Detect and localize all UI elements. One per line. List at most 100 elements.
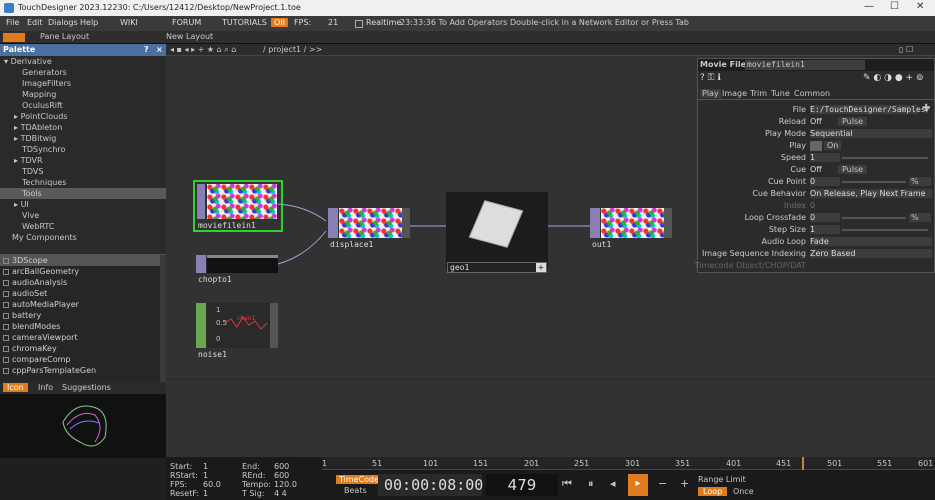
param-speed[interactable]: Speed 1 <box>698 152 934 164</box>
step-back-icon[interactable]: ◂ <box>610 477 616 490</box>
minimize-icon[interactable]: — <box>864 1 874 12</box>
menu-help[interactable]: Help <box>80 18 98 27</box>
close-icon[interactable]: ✕ <box>916 1 924 12</box>
node-geo[interactable] <box>446 192 548 270</box>
list-item[interactable]: arcBallGeometry <box>0 266 160 277</box>
play-icon[interactable]: ▸ <box>628 474 648 496</box>
tree-item-mapping[interactable]: Mapping <box>0 89 166 100</box>
param-file[interactable]: File E:/TouchDesigner/Samples/ ✚ <box>698 103 934 116</box>
list-item[interactable]: autoMediaPlayer <box>0 299 160 310</box>
tree-item-techniques[interactable]: Techniques <box>0 177 166 188</box>
timecode-button[interactable]: TimeCode <box>336 475 383 484</box>
list-item[interactable]: chromaKey <box>0 343 160 354</box>
tab-suggestions[interactable]: Suggestions <box>62 383 111 392</box>
tree-item-tdvr[interactable]: ▸ TDVR <box>0 155 166 166</box>
rewind-icon[interactable]: ⏮ <box>562 477 572 491</box>
param-play[interactable]: Play On <box>698 140 934 152</box>
plus-icon[interactable]: + <box>680 477 689 490</box>
op-name-field[interactable]: moviefilein1 <box>745 60 865 70</box>
node-label: moviefilein1 <box>198 221 256 230</box>
timecode-display[interactable]: 00:00:08:00 <box>378 474 483 496</box>
menu-wiki[interactable]: WIKI <box>120 18 138 27</box>
tree-item-pointclouds[interactable]: ▸ PointClouds <box>0 111 166 122</box>
nav-back-icon[interactable]: ◂ ▪ ◂ ▸ + ★ ⌂ ⌕ ⌂ <box>170 45 236 55</box>
maximize-icon[interactable]: ☐ <box>890 1 899 12</box>
tab-play[interactable]: Play <box>700 89 721 98</box>
palette-close-button[interactable]: × <box>156 45 163 54</box>
tree-item-generators[interactable]: Generators <box>0 67 166 78</box>
oii-badge[interactable]: OII <box>271 18 289 27</box>
tree-item-tdvs[interactable]: TDVS <box>0 166 166 177</box>
tab-common[interactable]: Common <box>794 89 830 98</box>
reload-pulse-button: Pulse <box>838 117 868 126</box>
list-item[interactable]: battery <box>0 310 160 321</box>
param-cue[interactable]: Cue Off Pulse <box>698 164 934 176</box>
menu-file[interactable]: File <box>6 18 19 27</box>
tree-item-oculusrift[interactable]: OculusRift <box>0 100 166 111</box>
tab-info[interactable]: Info <box>38 383 53 392</box>
tree-item-derivative[interactable]: ▾ Derivative <box>0 56 166 67</box>
param-cue-point[interactable]: Cue Point 0 % <box>698 176 934 188</box>
node-preview <box>601 208 664 238</box>
tab-tune[interactable]: Tune <box>771 89 790 98</box>
palette-header: Palette ? × <box>0 44 166 56</box>
list-item[interactable]: cppParsTemplateGen <box>0 365 160 376</box>
minus-icon[interactable]: − <box>658 477 667 490</box>
playhead[interactable] <box>802 457 804 470</box>
timeline-ruler[interactable]: 1 51 101 151 201 251 301 351 401 451 501… <box>322 457 935 470</box>
menu-tutorials[interactable]: TUTORIALS <box>222 18 267 27</box>
menu-edit[interactable]: Edit <box>27 18 43 27</box>
tree-item-webrtc[interactable]: WebRTC <box>0 221 166 232</box>
list-item[interactable]: audioAnalysis <box>0 277 160 288</box>
tree-item-imagefilters[interactable]: ImageFilters <box>0 78 166 89</box>
node-chopto[interactable]: chopto1 <box>196 255 278 287</box>
palette-tree: ▾ Derivative Generators ImageFilters Map… <box>0 56 166 254</box>
param-cue-behavior[interactable]: Cue Behavior On Release, Play Next Frame <box>698 188 934 200</box>
menu-forum[interactable]: FORUM <box>172 18 201 27</box>
beats-button[interactable]: Beats <box>344 486 367 495</box>
tree-item-vive[interactable]: Vive <box>0 210 166 221</box>
tree-item-tools[interactable]: Tools <box>0 188 166 199</box>
list-item[interactable]: compareComp <box>0 354 160 365</box>
pause-icon[interactable]: ⏸ <box>588 477 594 491</box>
param-toolbar-icons[interactable]: ? ⚿ ℹ <box>700 73 721 83</box>
network-path[interactable]: / project1 / >> <box>263 45 322 54</box>
tree-item-ui[interactable]: ▸ UI <box>0 199 166 210</box>
param-reload[interactable]: Reload Off Pulse <box>698 116 934 128</box>
tab-icon[interactable]: Icon <box>3 383 28 392</box>
list-item[interactable]: 3DScope <box>0 255 160 266</box>
tree-item-tdbitwig[interactable]: ▸ TDBitwig <box>0 133 166 144</box>
param-loop-crossfade[interactable]: Loop Crossfade 0 % <box>698 212 934 224</box>
frame-field[interactable]: 479 <box>486 474 558 496</box>
param-image-seq-indexing[interactable]: Image Sequence Indexing Zero Based <box>698 248 934 260</box>
node-noise[interactable]: 1 0.5 0 chan1 noise1 <box>196 303 278 361</box>
tree-item-my-components[interactable]: My Components <box>0 232 166 243</box>
loop-button[interactable]: Loop <box>698 487 728 496</box>
list-item[interactable]: cameraViewport <box>0 332 160 343</box>
menu-dialogs[interactable]: Dialogs <box>48 18 78 27</box>
param-audio-loop[interactable]: Audio Loop Fade <box>698 236 934 248</box>
pane-layout-button[interactable]: Pane Layout <box>40 32 89 41</box>
node-moviefilein[interactable]: moviefilein1 <box>193 180 283 232</box>
tab-trim[interactable]: Trim <box>750 89 767 98</box>
node-displace[interactable]: displace1 <box>328 208 410 254</box>
realtime-checkbox[interactable] <box>355 20 363 28</box>
add-geo-icon[interactable]: + <box>536 263 546 272</box>
param-play-mode[interactable]: Play Mode Sequential <box>698 128 934 140</box>
node-label: noise1 <box>198 350 227 359</box>
once-button[interactable]: Once <box>730 487 757 496</box>
palette-preview: Icon Info Suggestions <box>0 382 166 458</box>
param-step-size[interactable]: Step Size 1 <box>698 224 934 236</box>
realtime-label: Realtime <box>366 18 402 27</box>
list-item[interactable]: blendModes <box>0 321 160 332</box>
palette-help-button[interactable]: ? <box>144 45 149 54</box>
network-options-icon[interactable]: ▯ ☐ <box>899 45 913 54</box>
new-layout-button[interactable]: New Layout <box>166 32 213 41</box>
param-options-icons[interactable]: ✎ ◐ ◑ ● + ⊚ <box>863 73 924 83</box>
tab-image[interactable]: Image <box>722 89 747 98</box>
layout-icon[interactable] <box>3 33 25 42</box>
node-out[interactable]: out1 <box>590 208 672 254</box>
tree-item-tdableton[interactable]: ▸ TDAbleton <box>0 122 166 133</box>
list-item[interactable]: audioSet <box>0 288 160 299</box>
tree-item-tdsynchro[interactable]: TDSynchro <box>0 144 166 155</box>
